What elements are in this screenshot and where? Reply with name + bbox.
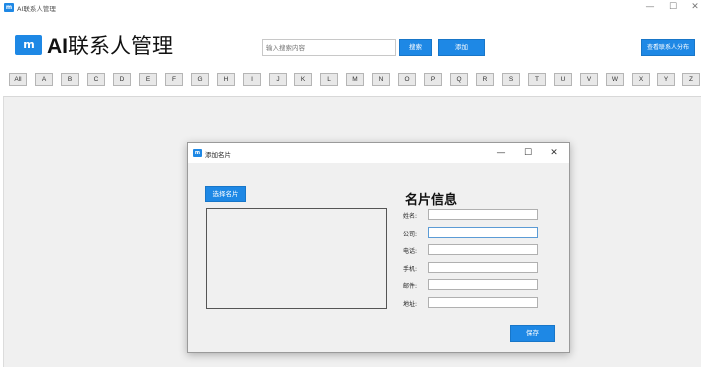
add-card-dialog: m 添加名片 — ☐ ✕ 选择名片 名片信息 姓名: 公司: 电话: 手机: 邮… bbox=[187, 142, 570, 353]
card-info-heading: 名片信息 bbox=[405, 193, 458, 208]
dialog-title-bar: m 添加名片 — ☐ ✕ bbox=[188, 143, 569, 163]
alphabet-button-m[interactable]: M bbox=[346, 73, 364, 86]
app-icon: m bbox=[4, 3, 14, 12]
search-button[interactable]: 搜索 bbox=[399, 39, 432, 56]
phone-label: 电话: bbox=[403, 248, 418, 255]
alphabet-button-a[interactable]: A bbox=[35, 73, 53, 86]
view-distribution-button[interactable]: 查看联系人分布 bbox=[641, 39, 695, 56]
phone-field[interactable] bbox=[428, 244, 538, 255]
brand-logo: m bbox=[15, 35, 42, 55]
window-title-bar: m AI联系人管理 — ☐ ✕ bbox=[0, 0, 701, 16]
maximize-icon[interactable]: ☐ bbox=[664, 1, 682, 13]
alphabet-button-v[interactable]: V bbox=[580, 73, 598, 86]
alphabet-button-z[interactable]: Z bbox=[682, 73, 700, 86]
company-field[interactable] bbox=[428, 227, 538, 238]
alphabet-button-d[interactable]: D bbox=[113, 73, 131, 86]
alphabet-button-g[interactable]: G bbox=[191, 73, 209, 86]
alphabet-button-s[interactable]: S bbox=[502, 73, 520, 86]
company-label: 公司: bbox=[403, 231, 418, 238]
alphabet-button-q[interactable]: Q bbox=[450, 73, 468, 86]
choose-card-button[interactable]: 选择名片 bbox=[205, 186, 246, 202]
alphabet-button-l[interactable]: L bbox=[320, 73, 338, 86]
alphabet-button-t[interactable]: T bbox=[528, 73, 546, 86]
email-field[interactable] bbox=[428, 279, 538, 290]
alphabet-button-h[interactable]: H bbox=[217, 73, 235, 86]
dialog-maximize-icon[interactable]: ☐ bbox=[520, 147, 536, 159]
card-image-preview bbox=[206, 208, 387, 309]
alphabet-button-j[interactable]: J bbox=[269, 73, 287, 86]
window-title: AI联系人管理 bbox=[17, 5, 56, 13]
app-title: AI联系人管理 bbox=[47, 30, 173, 60]
alphabet-button-x[interactable]: X bbox=[632, 73, 650, 86]
minimize-icon[interactable]: — bbox=[641, 1, 659, 13]
alphabet-button-e[interactable]: E bbox=[139, 73, 157, 86]
alphabet-button-c[interactable]: C bbox=[87, 73, 105, 86]
dialog-minimize-icon[interactable]: — bbox=[493, 147, 509, 159]
alphabet-button-u[interactable]: U bbox=[554, 73, 572, 86]
email-label: 邮件: bbox=[403, 283, 418, 290]
alphabet-button-n[interactable]: N bbox=[372, 73, 390, 86]
name-label: 姓名: bbox=[403, 213, 418, 220]
alphabet-button-p[interactable]: P bbox=[424, 73, 442, 86]
mobile-label: 手机: bbox=[403, 266, 418, 273]
address-field[interactable] bbox=[428, 297, 538, 308]
alphabet-button-y[interactable]: Y bbox=[657, 73, 675, 86]
dialog-app-icon: m bbox=[193, 149, 202, 157]
alphabet-button-all[interactable]: All bbox=[9, 73, 27, 86]
alphabet-button-f[interactable]: F bbox=[165, 73, 183, 86]
app-title-ai: AI bbox=[47, 35, 68, 58]
mobile-field[interactable] bbox=[428, 262, 538, 273]
alphabet-button-k[interactable]: K bbox=[294, 73, 312, 86]
app-title-rest: 联系人管理 bbox=[68, 34, 173, 58]
alphabet-button-o[interactable]: O bbox=[398, 73, 416, 86]
close-icon[interactable]: ✕ bbox=[686, 1, 701, 13]
search-input[interactable] bbox=[262, 39, 396, 56]
alphabet-button-i[interactable]: I bbox=[243, 73, 261, 86]
add-button[interactable]: 添加 bbox=[438, 39, 485, 56]
save-button[interactable]: 保存 bbox=[510, 325, 555, 342]
name-field[interactable] bbox=[428, 209, 538, 220]
alphabet-button-w[interactable]: W bbox=[606, 73, 624, 86]
address-label: 地址: bbox=[403, 301, 418, 308]
dialog-title: 添加名片 bbox=[205, 151, 231, 159]
alphabet-button-b[interactable]: B bbox=[61, 73, 79, 86]
alphabet-button-r[interactable]: R bbox=[476, 73, 494, 86]
dialog-close-icon[interactable]: ✕ bbox=[546, 147, 562, 159]
